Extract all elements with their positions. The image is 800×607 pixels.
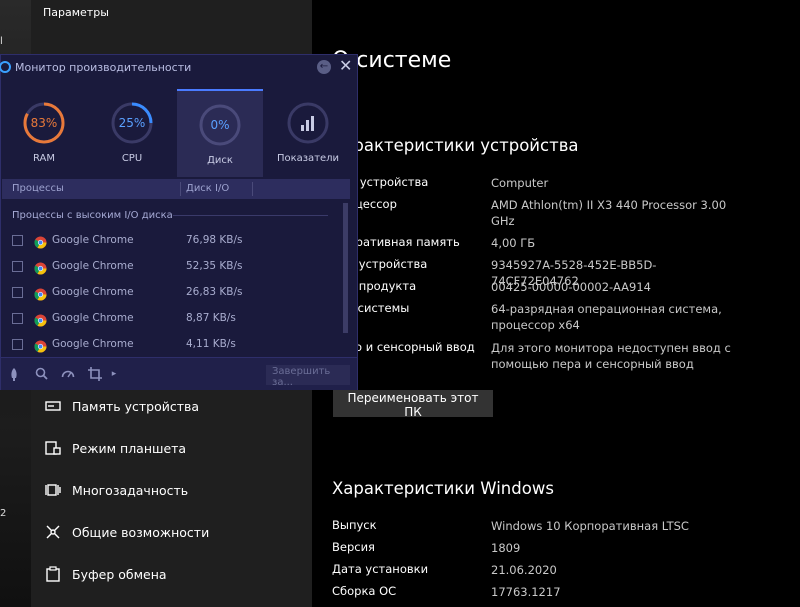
tablet-icon xyxy=(43,438,63,458)
spec-label: Версия xyxy=(332,540,375,554)
tab-disk[interactable]: 0% Диск xyxy=(177,89,263,177)
spec-value: 21.06.2020 xyxy=(491,563,557,577)
tab-cpu[interactable]: 25% CPU xyxy=(89,89,175,175)
process-row[interactable]: Google Chrome 76,98 KB/s xyxy=(2,228,342,254)
process-name: Google Chrome xyxy=(52,234,134,246)
spec-value: 00425-00000-00002-AA914 xyxy=(491,280,651,294)
clipboard-icon xyxy=(43,564,63,584)
chrome-icon xyxy=(34,260,47,275)
process-checkbox[interactable] xyxy=(12,339,23,350)
spec-label: Дата установки xyxy=(332,562,429,576)
disk-percent: 0% xyxy=(210,118,230,132)
device-specs-heading: Характеристики устройства xyxy=(332,136,579,155)
end-task-button[interactable]: Завершить за... xyxy=(266,365,350,388)
process-disk-io: 52,35 KB/s xyxy=(186,260,243,272)
spec-value: Для этого монитора недоступен ввод с пом… xyxy=(491,341,731,371)
sidebar-item-shared-experiences[interactable]: Общие возможности xyxy=(31,512,312,552)
process-disk-io: 4,11 KB/s xyxy=(186,338,236,350)
sidebar-item-label: Многозадачность xyxy=(72,482,189,498)
chrome-icon xyxy=(34,312,47,327)
sidebar-item-storage[interactable]: Память устройства xyxy=(31,386,312,426)
rename-pc-button[interactable]: Переименовать этот ПК xyxy=(333,390,493,419)
tab-ram[interactable]: 83% RAM xyxy=(1,89,87,175)
cpu-percent: 25% xyxy=(118,116,146,130)
window-title: Монитор производительности xyxy=(15,61,192,74)
windows-specs-heading: Характеристики Windows xyxy=(332,479,554,498)
section-label: Процессы с высоким I/O диска xyxy=(12,210,173,221)
back-arrow-icon[interactable]: ← xyxy=(317,60,331,74)
search-icon[interactable] xyxy=(34,367,48,381)
spec-value: 64-разрядная операционная система, проце… xyxy=(491,302,722,332)
spec-value: AMD Athlon(tm) II X3 440 Processor 3.00 … xyxy=(491,198,727,228)
spec-value: 1809 xyxy=(491,541,521,555)
desktop-fragment: l xyxy=(0,36,3,47)
ram-gauge: 83% xyxy=(22,101,66,145)
speedometer-icon[interactable] xyxy=(61,367,75,381)
process-name: Google Chrome xyxy=(52,312,134,324)
chrome-icon xyxy=(34,234,47,249)
column-header-processes[interactable]: Процессы xyxy=(12,183,64,194)
tab-label: Диск xyxy=(207,155,233,166)
spec-label: Сборка ОС xyxy=(332,584,397,598)
spec-label: Выпуск xyxy=(332,518,377,532)
process-row[interactable]: Google Chrome 26,83 KB/s xyxy=(2,280,342,306)
metrics-gauge xyxy=(286,101,330,145)
sidebar-item-clipboard[interactable]: Буфер обмена xyxy=(31,554,312,594)
crop-icon[interactable] xyxy=(88,367,102,381)
process-checkbox[interactable] xyxy=(12,313,23,324)
disk-gauge: 0% xyxy=(198,103,242,147)
process-disk-io: 26,83 KB/s xyxy=(186,286,243,298)
metrics-value xyxy=(286,101,330,145)
sidebar-item-label: Общие возможности xyxy=(72,524,210,540)
process-checkbox[interactable] xyxy=(12,287,23,298)
spec-value: 4,00 ГБ xyxy=(491,236,536,250)
process-table-header: Процессы Диск I/O xyxy=(2,179,350,199)
chrome-icon xyxy=(34,338,47,353)
storage-icon xyxy=(43,396,63,416)
multitasking-icon xyxy=(43,480,63,500)
process-name: Google Chrome xyxy=(52,260,134,272)
monitor-toolbar: ▸ Завершить за... xyxy=(1,357,357,390)
column-divider xyxy=(180,182,181,196)
column-divider xyxy=(252,182,253,196)
process-disk-io: 8,87 KB/s xyxy=(186,312,236,324)
spec-value: 17763.1217 xyxy=(491,585,561,599)
sidebar-item-multitasking[interactable]: Многозадачность xyxy=(31,470,312,510)
spec-value: Windows 10 Корпоративная LTSC xyxy=(491,519,689,533)
process-disk-io: 76,98 KB/s xyxy=(186,234,243,246)
column-header-disk-io[interactable]: Диск I/O xyxy=(186,183,229,194)
process-checkbox[interactable] xyxy=(12,261,23,272)
sidebar-item-label: Режим планшета xyxy=(72,440,187,456)
tab-label: RAM xyxy=(32,153,55,164)
tab-label: Показатели xyxy=(276,153,340,164)
process-name: Google Chrome xyxy=(52,286,134,298)
rocket-icon[interactable] xyxy=(7,367,21,381)
section-divider xyxy=(173,215,328,216)
scrollbar[interactable] xyxy=(343,203,348,333)
process-row[interactable]: Google Chrome 4,11 KB/s xyxy=(2,332,342,358)
tab-metrics[interactable]: Показатели xyxy=(265,89,351,175)
sidebar-item-label: Буфер обмена xyxy=(72,566,167,582)
process-row[interactable]: Google Chrome 8,87 KB/s xyxy=(2,306,342,332)
app-logo-icon xyxy=(0,61,11,73)
about-page: О системе Характеристики устройства Имя … xyxy=(312,0,800,607)
close-icon[interactable]: ✕ xyxy=(339,56,352,75)
chrome-icon xyxy=(34,286,47,301)
performance-monitor-window: Монитор производительности ← ✕ 83% RAM 2… xyxy=(0,54,358,390)
cpu-gauge: 25% xyxy=(110,101,154,145)
process-row[interactable]: Google Chrome 52,35 KB/s xyxy=(2,254,342,280)
sidebar-item-label: Память устройства xyxy=(72,398,200,414)
process-name: Google Chrome xyxy=(52,338,134,350)
chevron-right-icon[interactable]: ▸ xyxy=(107,367,121,381)
share-icon xyxy=(43,522,63,542)
ram-percent: 83% xyxy=(30,116,58,130)
desktop-fragment: 2 xyxy=(0,508,7,519)
process-checkbox[interactable] xyxy=(12,235,23,246)
spec-value: Computer xyxy=(491,176,549,190)
tab-label: CPU xyxy=(121,153,143,164)
sidebar-item-tablet[interactable]: Режим планшета xyxy=(31,428,312,468)
app-title: Параметры xyxy=(43,6,109,19)
